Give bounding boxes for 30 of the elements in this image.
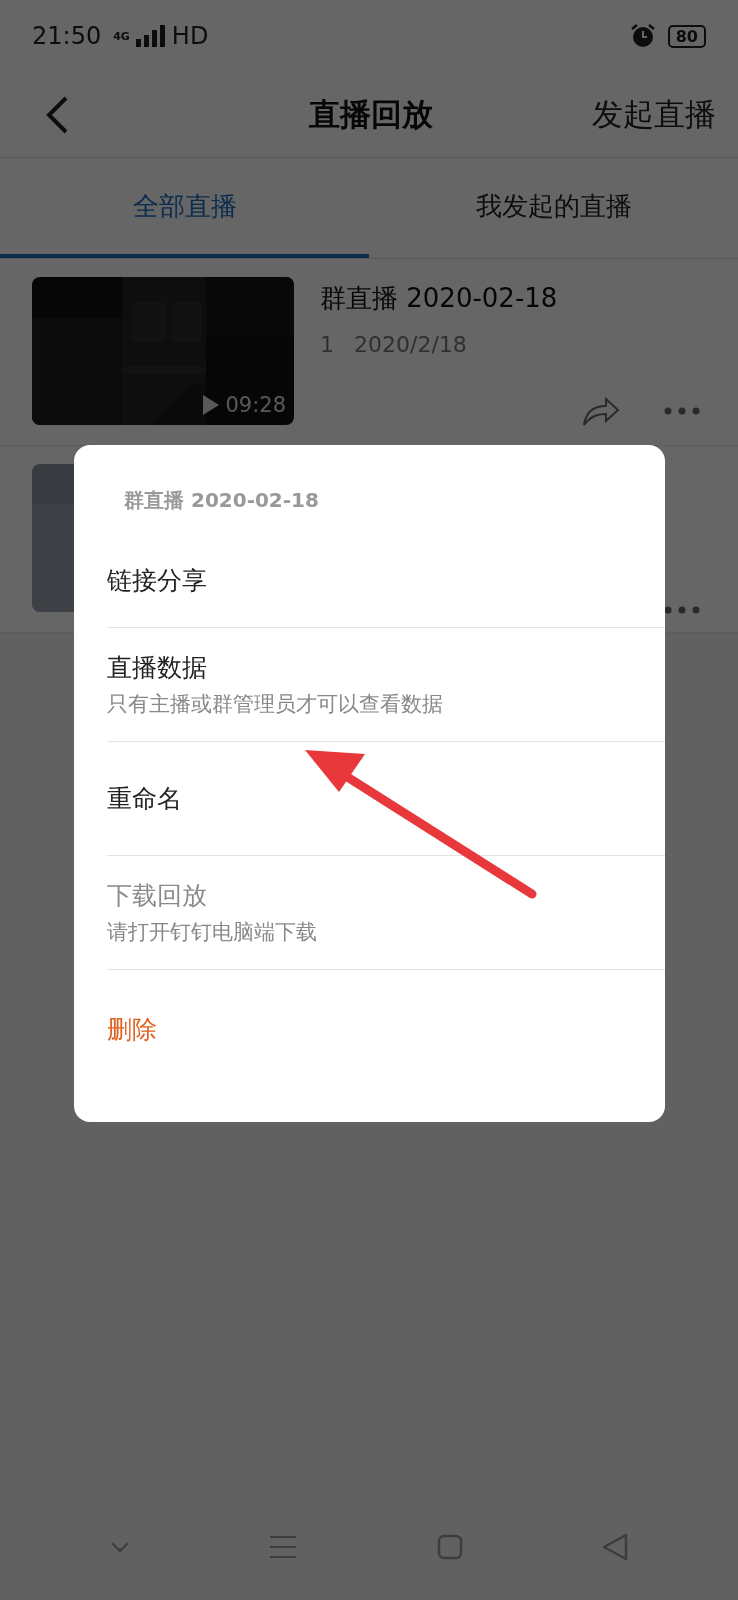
clock-time: 21:50: [32, 22, 102, 50]
back-triangle-icon[interactable]: [602, 1533, 629, 1561]
share-icon[interactable]: [582, 395, 620, 427]
video-duration: 09:28: [225, 393, 286, 417]
battery-level: 80: [667, 24, 706, 48]
alarm-clock-icon: [629, 23, 656, 49]
page-title: 直播回放: [308, 94, 434, 134]
menu-item[interactable]: 删除: [107, 970, 665, 1088]
menu-item-label: 下载回放: [107, 880, 208, 912]
menu-item-hint: 只有主播或群管理员才可以查看数据: [107, 691, 444, 718]
chevron-down-icon[interactable]: [109, 1541, 130, 1553]
network-label: 4G: [113, 29, 130, 43]
back-icon[interactable]: [44, 94, 70, 135]
menu-item[interactable]: 直播数据 只有主播或群管理员才可以查看数据: [107, 628, 665, 742]
menu-item-label: 删除: [107, 1013, 158, 1046]
start-live-button[interactable]: 发起直播: [592, 93, 716, 136]
menu-item[interactable]: 链接分享: [107, 534, 665, 628]
menu-item-label: 链接分享: [107, 565, 208, 597]
menu-item-hint: 请打开钉钉电脑端下载: [107, 919, 318, 946]
play-icon: [203, 395, 220, 415]
menu-item-label: 重命名: [107, 783, 183, 815]
hd-label: HD: [171, 22, 209, 50]
more-icon[interactable]: [664, 606, 700, 614]
home-icon[interactable]: [436, 1534, 463, 1560]
tab[interactable]: 我发起的直播: [369, 158, 738, 258]
video-title: 群直播 2020-02-18: [320, 282, 559, 315]
menu-icon[interactable]: [269, 1535, 298, 1559]
signal-icon: [135, 25, 166, 47]
menu-item-label: 直播数据: [107, 652, 208, 684]
dialog-title: 群直播 2020-02-18: [123, 487, 320, 514]
